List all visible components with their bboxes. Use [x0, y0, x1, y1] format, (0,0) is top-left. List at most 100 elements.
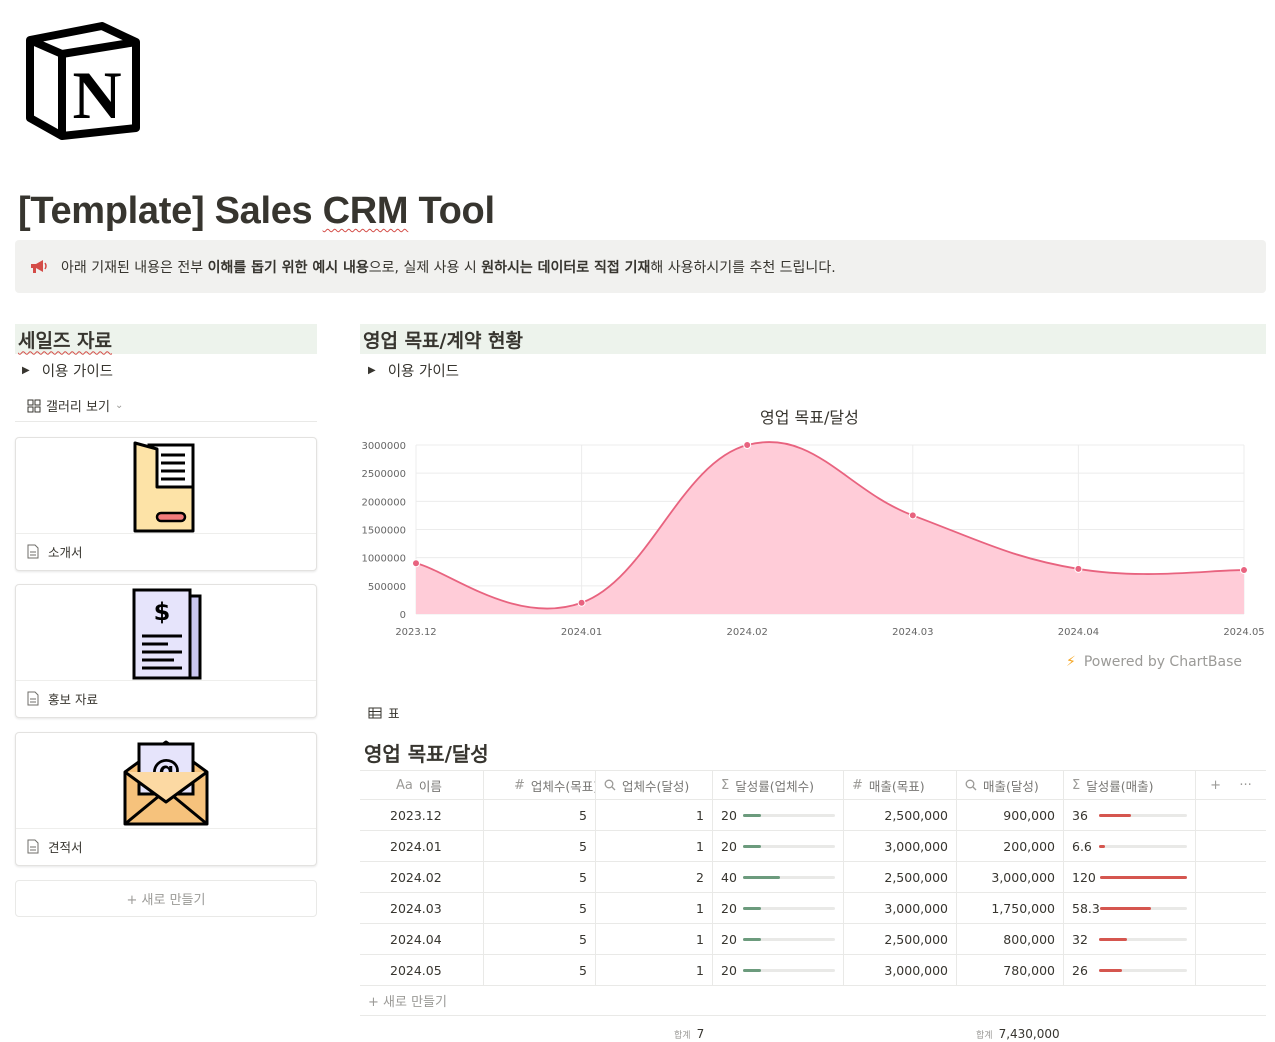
- cell-target-count[interactable]: 5: [484, 831, 596, 861]
- new-gallery-item-button[interactable]: + 새로 만들기: [15, 880, 317, 917]
- x-tick-label: 2024.02: [727, 627, 768, 638]
- cell-count-rate: 40: [713, 862, 844, 892]
- usage-guide-toggle-left[interactable]: ▶ 이용 가이드: [22, 360, 113, 381]
- page-icon: [27, 691, 39, 706]
- cell-name[interactable]: 2024.05: [360, 955, 484, 985]
- page-icon: [27, 544, 39, 559]
- cell-name[interactable]: 2024.01: [360, 831, 484, 861]
- card-caption: 홍보 자료: [26, 689, 98, 708]
- cell-revenue-rate: 36: [1064, 800, 1196, 830]
- col-header-name[interactable]: Aa 이름: [360, 771, 484, 799]
- col-header-target-count[interactable]: # 업체수(목표): [484, 771, 596, 799]
- gallery-card-intro[interactable]: 소개서: [15, 437, 317, 571]
- cell-target-count[interactable]: 5: [484, 924, 596, 954]
- sum-revenue[interactable]: 합계 7,430,000: [976, 1027, 1060, 1041]
- table-row[interactable]: 2024.01 5 1 20 3,000,000 200,000 6.6: [360, 831, 1266, 862]
- cell-done-count[interactable]: 1: [596, 924, 713, 954]
- lightning-icon: ⚡: [1066, 654, 1076, 670]
- cell-done-revenue[interactable]: 780,000: [957, 955, 1064, 985]
- table-view-tab[interactable]: 표: [368, 703, 400, 722]
- x-tick-label: 2024.01: [561, 627, 602, 638]
- more-options-button[interactable]: ···: [1239, 778, 1251, 793]
- cell-name[interactable]: 2023.12: [360, 800, 484, 830]
- cell-revenue-rate: 26: [1064, 955, 1196, 985]
- svg-text:N: N: [72, 57, 121, 133]
- cell-done-count[interactable]: 1: [596, 831, 713, 861]
- cell-done-count[interactable]: 1: [596, 893, 713, 923]
- card-cover: @: [16, 733, 316, 829]
- add-column-button[interactable]: +: [1210, 778, 1221, 793]
- cell-name[interactable]: 2024.04: [360, 924, 484, 954]
- table-row[interactable]: 2024.04 5 1 20 2,500,000 800,000 32: [360, 924, 1266, 955]
- x-tick-label: 2024.03: [892, 627, 933, 638]
- data-point[interactable]: [1074, 564, 1083, 573]
- data-point[interactable]: [412, 559, 420, 568]
- card-caption: 견적서: [26, 837, 83, 856]
- cell-target-count[interactable]: 5: [484, 893, 596, 923]
- progress-bar: [1099, 813, 1187, 817]
- col-header-actions: + ···: [1196, 771, 1266, 799]
- table-row[interactable]: 2024.05 5 1 20 3,000,000 780,000 26: [360, 955, 1266, 986]
- cell-target-count[interactable]: 5: [484, 862, 596, 892]
- cell-target-revenue[interactable]: 2,500,000: [844, 862, 957, 892]
- col-header-done-count[interactable]: 업체수(달성): [596, 771, 713, 799]
- cell-done-revenue[interactable]: 1,750,000: [957, 893, 1064, 923]
- data-point[interactable]: [1240, 566, 1248, 575]
- usage-guide-toggle-right[interactable]: ▶ 이용 가이드: [368, 360, 459, 381]
- cell-target-revenue[interactable]: 3,000,000: [844, 955, 957, 985]
- cell-done-count[interactable]: 1: [596, 955, 713, 985]
- callout-text: 아래 기재된 내용은 전부 이해를 돕기 위한 예시 내용으로, 실제 사용 시…: [61, 259, 836, 276]
- gallery-grid-icon: [27, 399, 41, 412]
- notion-logo: N: [26, 22, 140, 140]
- cell-done-revenue[interactable]: 800,000: [957, 924, 1064, 954]
- gallery-card-promo[interactable]: $ 홍보 자료: [15, 584, 317, 718]
- y-tick-label: 500000: [368, 582, 406, 593]
- cell-done-revenue[interactable]: 900,000: [957, 800, 1064, 830]
- data-point[interactable]: [908, 511, 917, 520]
- table-row[interactable]: 2024.03 5 1 20 3,000,000 1,750,000 58.3: [360, 893, 1266, 924]
- progress-bar: [1099, 844, 1187, 848]
- cell-name[interactable]: 2024.02: [360, 862, 484, 892]
- col-header-revenue-rate[interactable]: Σ 달성률(매출): [1064, 771, 1196, 799]
- progress-bar: [1099, 937, 1187, 941]
- new-row-button[interactable]: + 새로 만들기: [360, 986, 1266, 1016]
- cell-target-count[interactable]: 5: [484, 955, 596, 985]
- cell-target-count[interactable]: 5: [484, 800, 596, 830]
- gallery-card-quote[interactable]: @ 견적서: [15, 732, 317, 866]
- powered-by-chartbase[interactable]: ⚡ Powered by ChartBase: [1066, 654, 1242, 670]
- table-header: Aa 이름 # 업체수(목표) 업체수(달성) Σ 달성률(업체수) # 매출(목표) …: [360, 770, 1266, 800]
- gallery-view-switch[interactable]: 갤러리 보기 ⌄: [27, 396, 123, 415]
- cell-done-revenue[interactable]: 3,000,000: [957, 862, 1064, 892]
- cell-revenue-rate: 6.6: [1064, 831, 1196, 861]
- y-tick-label: 1500000: [361, 526, 406, 537]
- col-header-count-rate[interactable]: Σ 달성률(업체수): [713, 771, 844, 799]
- cell-count-rate: 20: [713, 955, 844, 985]
- email-envelope-icon: @: [123, 740, 209, 826]
- progress-bar: [1099, 968, 1187, 972]
- page-icon: [27, 839, 39, 854]
- col-header-target-revenue[interactable]: # 매출(목표): [844, 771, 957, 799]
- card-cover: $: [16, 585, 316, 681]
- data-point[interactable]: [743, 441, 752, 449]
- cell-done-count[interactable]: 1: [596, 800, 713, 830]
- cell-target-revenue[interactable]: 3,000,000: [844, 893, 957, 923]
- cell-target-revenue[interactable]: 2,500,000: [844, 924, 957, 954]
- cell-done-revenue[interactable]: 200,000: [957, 831, 1064, 861]
- sum-count[interactable]: 합계 7: [674, 1027, 704, 1041]
- y-tick-label: 3000000: [361, 441, 406, 452]
- cell-done-count[interactable]: 2: [596, 862, 713, 892]
- cell-target-revenue[interactable]: 2,500,000: [844, 800, 957, 830]
- sales-goal-heading: 영업 목표/계약 현황: [360, 324, 1266, 354]
- table-row[interactable]: 2023.12 5 1 20 2,500,000 900,000 36: [360, 800, 1266, 831]
- y-tick-label: 2500000: [361, 469, 406, 480]
- col-header-done-revenue[interactable]: 매출(달성): [957, 771, 1064, 799]
- cell-empty: [1196, 831, 1266, 861]
- progress-bar: [743, 968, 835, 972]
- x-tick-label: 2024.05: [1223, 627, 1264, 638]
- cell-target-revenue[interactable]: 3,000,000: [844, 831, 957, 861]
- card-cover: [16, 438, 316, 534]
- sales-materials-heading: 세일즈 자료: [15, 324, 317, 354]
- table-row[interactable]: 2024.02 5 2 40 2,500,000 3,000,000 120: [360, 862, 1266, 893]
- cell-name[interactable]: 2024.03: [360, 893, 484, 923]
- data-point[interactable]: [577, 598, 586, 607]
